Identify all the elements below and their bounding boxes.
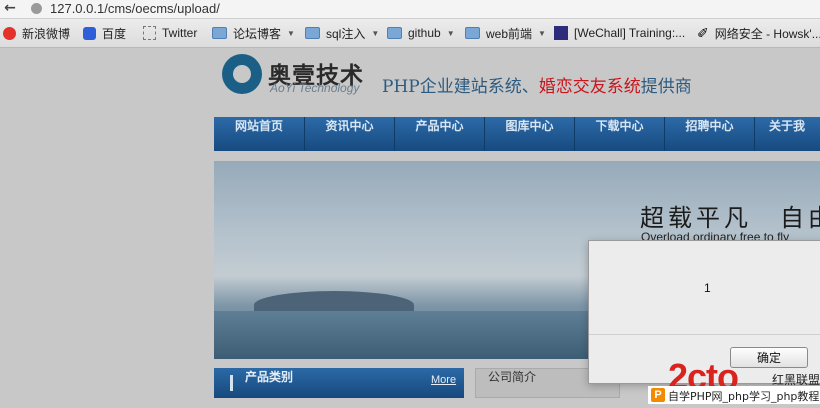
bookmark-label: 论坛博客 bbox=[233, 26, 282, 41]
dialog-divider bbox=[589, 334, 820, 335]
bookmark-folder-sql[interactable]: sql注入 ▼ bbox=[305, 19, 379, 47]
howsk-icon: ✐ bbox=[697, 24, 709, 41]
wechall-icon bbox=[554, 26, 568, 40]
bookmark-label: web前端 bbox=[486, 26, 533, 41]
bookmark-howsk[interactable]: ✐ 网络安全 - Howsk'... bbox=[697, 19, 820, 47]
bookmark-label: 网络安全 - Howsk'... bbox=[714, 26, 820, 41]
back-arrow-icon[interactable]: ← bbox=[2, 0, 18, 17]
bookmark-folder-web[interactable]: web前端 ▼ bbox=[465, 19, 546, 47]
folder-icon bbox=[465, 27, 480, 39]
url-text[interactable]: 127.0.0.1/cms/oecms/upload/ bbox=[50, 0, 220, 17]
about-title: 公司简介 bbox=[488, 370, 537, 384]
tagline-highlight: 婚恋交友系统 bbox=[538, 77, 641, 97]
main-nav: 网站首页 资讯中心 产品中心 图库中心 下载中心 招聘中心 关于我 bbox=[214, 117, 820, 151]
bookmark-label: sql注入 bbox=[326, 26, 366, 41]
blank-page-icon bbox=[143, 26, 156, 40]
bookmark-folder-github[interactable]: github ▼ bbox=[387, 19, 455, 47]
bookmark-twitter[interactable]: Twitter bbox=[143, 19, 197, 47]
bookmark-label: 百度 bbox=[102, 26, 127, 41]
category-title: 产品类别 bbox=[245, 370, 294, 384]
bookmark-label: [WeChall] Training:... bbox=[574, 26, 686, 40]
caret-down-icon: ▼ bbox=[287, 28, 295, 38]
caret-down-icon: ▼ bbox=[371, 28, 380, 38]
nav-home[interactable]: 网站首页 bbox=[214, 117, 304, 151]
logo-swirl-icon bbox=[222, 54, 262, 94]
banner-sea bbox=[214, 311, 594, 359]
folder-icon bbox=[305, 27, 320, 39]
bookmark-weibo[interactable]: 新浪微博 bbox=[3, 19, 70, 47]
nav-jobs[interactable]: 招聘中心 bbox=[665, 117, 754, 151]
category-accent-bar bbox=[230, 375, 233, 391]
caret-down-icon: ▼ bbox=[538, 28, 546, 38]
logo-english: AoYi Technology bbox=[270, 81, 360, 95]
bookmark-wechall[interactable]: [WeChall] Training:... bbox=[554, 19, 685, 47]
folder-icon bbox=[387, 27, 402, 39]
ok-button[interactable]: 确定 bbox=[730, 347, 808, 368]
weibo-icon bbox=[3, 26, 16, 40]
folder-icon bbox=[212, 27, 227, 39]
baidu-icon bbox=[83, 26, 96, 40]
site-tagline: PHP企业建站系统、婚恋交友系统提供商 bbox=[382, 72, 692, 97]
nav-about[interactable]: 关于我 bbox=[755, 117, 820, 151]
bookmark-baidu[interactable]: 百度 bbox=[83, 19, 126, 47]
alert-message: 1 bbox=[704, 281, 711, 295]
bookmark-label: 新浪微博 bbox=[22, 26, 71, 41]
bookmark-label: Twitter bbox=[162, 26, 198, 40]
caret-down-icon: ▼ bbox=[446, 28, 455, 38]
nav-downloads[interactable]: 下载中心 bbox=[575, 117, 664, 151]
bookmarks-bar: 新浪微博 百度 Twitter 论坛博客 ▼ sql注入 ▼ github ▼ … bbox=[0, 19, 820, 48]
tagline-suffix: 提供商 bbox=[640, 77, 692, 97]
globe-icon bbox=[31, 3, 42, 14]
watermark-text: 自学PHP网_php学习_php教程 bbox=[668, 390, 820, 403]
nav-gallery[interactable]: 图库中心 bbox=[485, 117, 574, 151]
banner-title: 超载平凡 自由 bbox=[640, 204, 820, 232]
category-more-link[interactable]: More bbox=[431, 374, 456, 386]
bookmark-label: github bbox=[408, 26, 441, 40]
bookmark-folder-forums[interactable]: 论坛博客 ▼ bbox=[212, 19, 295, 47]
nav-news[interactable]: 资讯中心 bbox=[305, 117, 394, 151]
php-badge-icon: P bbox=[651, 388, 665, 402]
nav-products[interactable]: 产品中心 bbox=[395, 117, 484, 151]
tagline-prefix: PHP企业建站系统、 bbox=[382, 77, 539, 97]
